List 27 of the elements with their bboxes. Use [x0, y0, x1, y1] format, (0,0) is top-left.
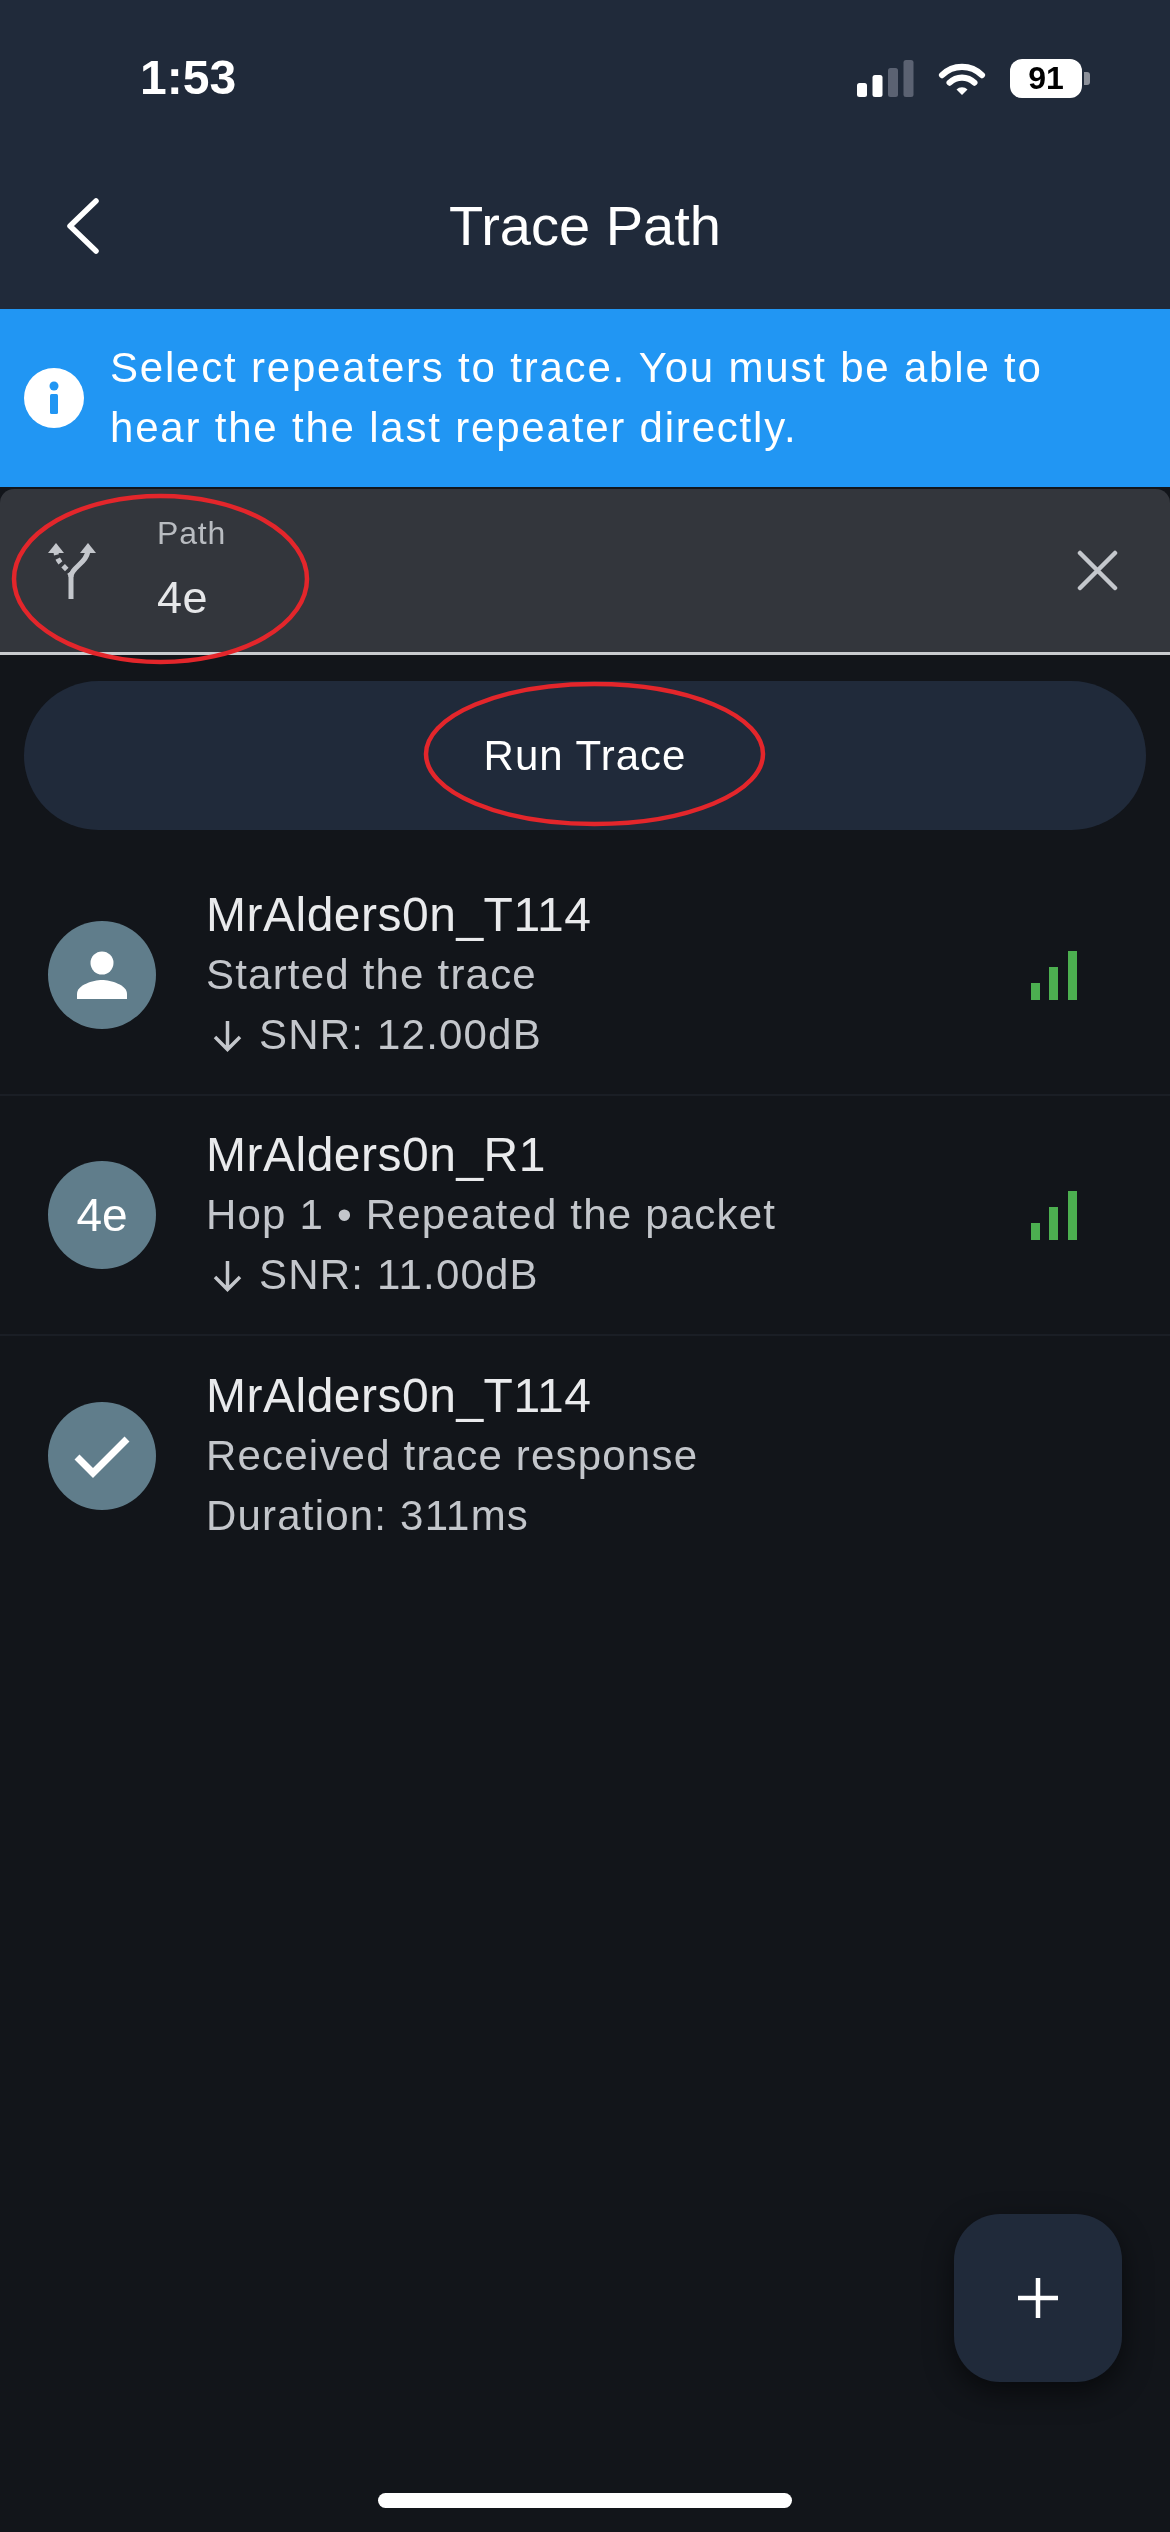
snr-reading: SNR: 11.00dB	[259, 1250, 539, 1300]
hop-detail: Hop 1 • Repeated the packet	[206, 1190, 778, 1240]
chevron-left-icon	[66, 197, 100, 254]
hop-badge: 4e	[48, 1161, 156, 1269]
run-trace-button[interactable]: Run Trace	[24, 681, 1146, 830]
info-icon	[24, 368, 84, 428]
duration-text: Duration: 311ms	[206, 1491, 530, 1541]
person-icon	[48, 921, 156, 1029]
cell-signal-icon	[857, 59, 914, 97]
arrow-down-icon	[211, 1258, 244, 1292]
hop-name: MrAlders0n_T114	[206, 1368, 593, 1424]
battery-indicator: 91	[1010, 58, 1090, 98]
snr-reading: SNR: 12.00dB	[259, 1010, 542, 1060]
hop-name: MrAlders0n_R1	[206, 1127, 547, 1183]
check-icon	[48, 1402, 156, 1510]
plus-icon	[1017, 2277, 1059, 2319]
arrow-down-icon	[211, 1018, 244, 1052]
screen-title: Trace Path	[449, 193, 721, 258]
status-time: 1:53	[140, 50, 237, 106]
field-label: Path	[157, 514, 227, 553]
close-icon	[1077, 550, 1118, 591]
hop-detail: Received trace response	[206, 1431, 700, 1481]
field-value: 4e	[157, 571, 210, 625]
path-field[interactable]: Path 4e	[0, 489, 1170, 655]
hop-name: MrAlders0n_T114	[206, 887, 593, 943]
banner-text: Select repeaters to trace. You must be able to hear the the last repeater directly.	[110, 343, 1044, 453]
hop-detail: Started the trace	[206, 950, 538, 1000]
